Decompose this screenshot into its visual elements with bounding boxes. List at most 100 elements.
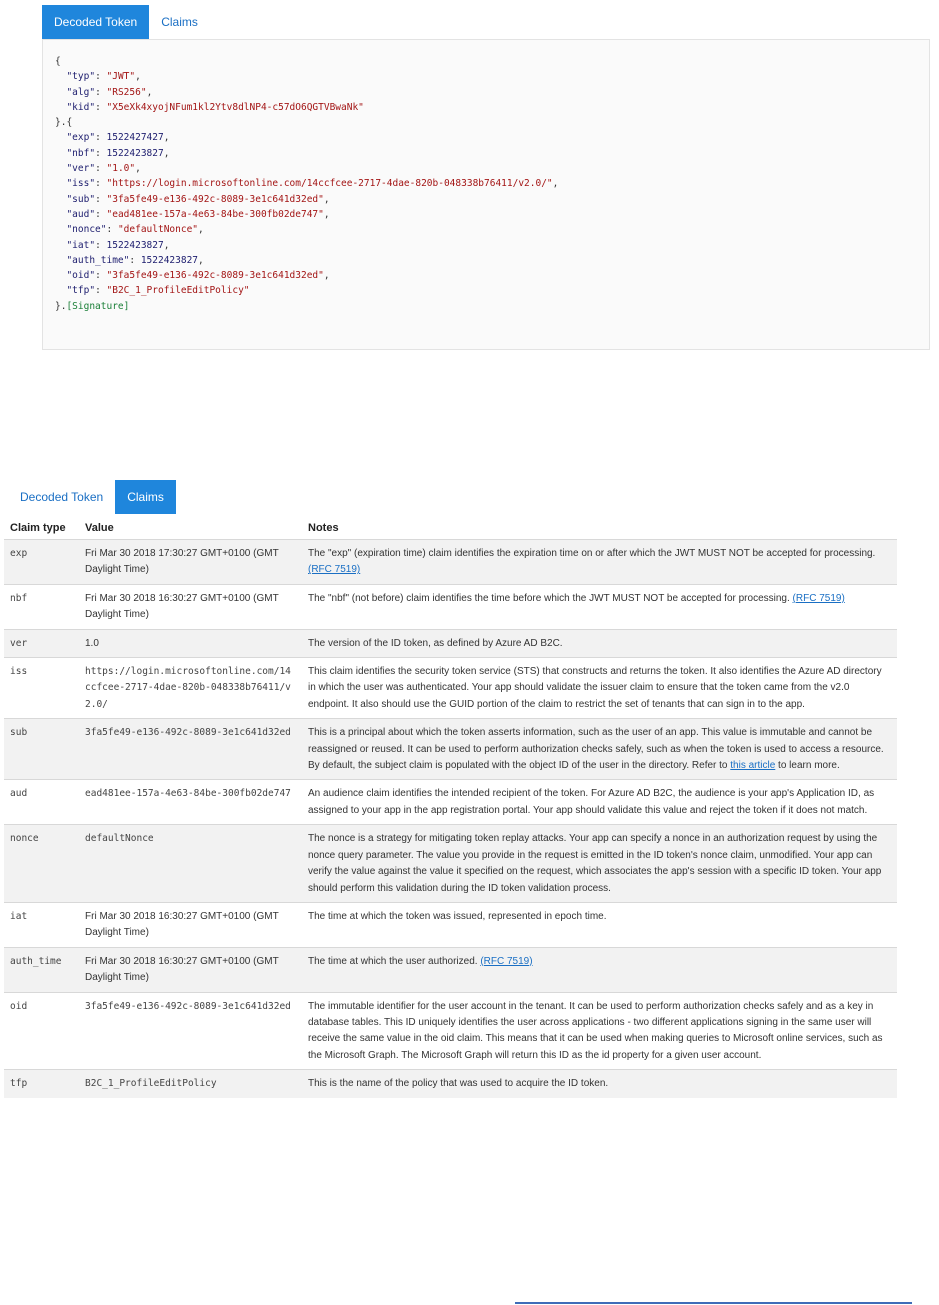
claim-type-cell: tfp: [4, 1069, 79, 1098]
table-row: oid 3fa5fe49-e136-492c-8089-3e1c641d32ed T…: [4, 991, 897, 1070]
table-row: iss https://login.microsoftonline.com/14c…: [4, 657, 897, 719]
notes-text: The version of the ID token, as defined …: [308, 637, 563, 649]
json-key: "exp": [66, 132, 96, 144]
claim-notes-cell: The "nbf" (not before) claim identifies …: [302, 583, 897, 630]
json-key: "sub": [66, 193, 96, 205]
column-header-value: Value: [85, 522, 114, 534]
notes-link[interactable]: (RFC 7519): [308, 564, 360, 575]
table-row: tfp B2C_1_ProfileEditPolicy This is the na…: [4, 1069, 897, 1098]
claim-notes-cell: The time at which the token was issued, …: [302, 901, 897, 948]
json-value: "3fa5fe49-e136-492c-8089-3e1c641d32ed": [106, 193, 324, 205]
tab-decoded-token[interactable]: Decoded Token: [42, 5, 150, 39]
notes-text: The "exp" (expiration time) claim identi…: [308, 548, 876, 559]
tab-decoded-token[interactable]: Decoded Token: [8, 480, 115, 514]
claim-value-cell: Fri Mar 30 2018 16:30:27 GMT+0100 (GMT D…: [79, 901, 302, 948]
json-key: "auth_time": [66, 254, 130, 266]
json-key: "nonce": [66, 224, 107, 236]
table-row: ver 1.0 The version of the ID token, as de…: [4, 628, 897, 658]
claim-notes-cell: The immutable identifier for the user ac…: [302, 991, 897, 1070]
json-value: "defaultNonce": [117, 224, 199, 236]
table-row: aud ead481ee-157a-4e63-84be-300fb02de747 A…: [4, 779, 897, 825]
json-value: "https://login.microsoftonline.com/14ccf…: [106, 178, 553, 190]
tab-claims[interactable]: Claims: [115, 480, 176, 514]
notes-text: The time at which the token was issued, …: [308, 910, 607, 922]
json-key: "ver": [66, 163, 96, 175]
claim-value-cell: 3fa5fe49-e136-492c-8089-3e1c641d32ed: [79, 718, 302, 780]
claim-type-cell: sub: [4, 718, 79, 780]
claim-notes-cell: The nonce is a strategy for mitigating t…: [302, 824, 897, 903]
claim-value-cell: defaultNonce: [79, 824, 302, 903]
claims-table: Claim type Value Notes exp Fri Mar 30 201…: [4, 517, 897, 1098]
notes-text-after: to learn more.: [775, 760, 840, 772]
json-value: 1522423827: [106, 239, 164, 251]
bottom-tab-bar: Decoded Token Claims: [8, 480, 176, 514]
claim-type-cell: nonce: [4, 824, 79, 903]
claim-notes-cell: The time at which the user authorized. (…: [302, 946, 897, 993]
json-value: "1.0": [106, 163, 136, 175]
table-row: iat Fri Mar 30 2018 16:30:27 GMT+0100 (GM…: [4, 901, 897, 948]
json-value: 1522423827: [106, 147, 164, 159]
claim-notes-cell: An audience claim identifies the intende…: [302, 779, 897, 825]
claim-value-cell: 3fa5fe49-e136-492c-8089-3e1c641d32ed: [79, 991, 302, 1070]
claim-type-cell: aud: [4, 779, 79, 825]
claim-value-cell: ead481ee-157a-4e63-84be-300fb02de747: [79, 779, 302, 825]
json-value: "JWT": [106, 71, 136, 83]
claim-notes-cell: This is a principal about which the toke…: [302, 718, 897, 780]
json-key: "tfp": [66, 285, 96, 297]
table-row: sub 3fa5fe49-e136-492c-8089-3e1c641d32ed T…: [4, 718, 897, 780]
json-value: 1522427427: [106, 132, 164, 144]
json-value: "3fa5fe49-e136-492c-8089-3e1c641d32ed": [106, 270, 324, 282]
notes-text: An audience claim identifies the intende…: [308, 788, 875, 816]
table-row: nonce defaultNonce The nonce is a strategy…: [4, 824, 897, 903]
claim-notes-cell: This is the name of the policy that was …: [302, 1069, 897, 1098]
notes-text: This claim identifies the security token…: [308, 666, 882, 710]
json-key: "alg": [66, 86, 96, 98]
divider-line: [515, 1302, 912, 1304]
claim-type-cell: ver: [4, 628, 79, 658]
claim-notes-cell: The "exp" (expiration time) claim identi…: [302, 539, 897, 585]
notes-link[interactable]: (RFC 7519): [793, 593, 845, 604]
claim-value-cell: Fri Mar 30 2018 17:30:27 GMT+0100 (GMT D…: [79, 539, 302, 585]
claim-value-cell: 1.0: [79, 628, 302, 658]
json-value: "ead481ee-157a-4e63-84be-300fb02de747": [106, 208, 324, 220]
table-row: nbf Fri Mar 30 2018 16:30:27 GMT+0100 (GM…: [4, 583, 897, 630]
json-signature: [Signature]: [66, 300, 130, 312]
json-value: "X5eXk4xyojNFum1kl2Ytv8dlNP4-c57dO6QGTVB…: [106, 101, 364, 113]
claims-table-container: Claim type Value Notes exp Fri Mar 30 201…: [4, 517, 897, 1098]
json-key: "iss": [66, 178, 96, 190]
notes-text: This is the name of the policy that was …: [308, 1078, 609, 1090]
decoded-token-panel: { "typ": "JWT", "alg": "RS256", "kid": "…: [42, 39, 930, 350]
claim-type-cell: iat: [4, 901, 79, 948]
notes-link[interactable]: (RFC 7519): [480, 956, 532, 967]
notes-text: The time at which the user authorized.: [308, 955, 481, 967]
notes-text: The immutable identifier for the user ac…: [308, 1000, 883, 1061]
notes-text: The nonce is a strategy for mitigating t…: [308, 833, 882, 894]
json-value: 1522423827: [140, 254, 199, 266]
claim-type-cell: oid: [4, 991, 79, 1070]
json-key: "aud": [66, 208, 96, 220]
top-tab-bar: Decoded Token Claims: [42, 5, 210, 39]
notes-text: The "nbf" (not before) claim identifies …: [308, 592, 793, 604]
json-key: "kid": [66, 101, 96, 113]
tab-claims[interactable]: Claims: [149, 5, 210, 39]
claim-type-cell: exp: [4, 539, 79, 585]
claim-value-cell: B2C_1_ProfileEditPolicy: [79, 1069, 302, 1098]
json-key: "typ": [66, 71, 96, 83]
notes-link[interactable]: this article: [730, 760, 775, 771]
claim-value-cell: Fri Mar 30 2018 16:30:27 GMT+0100 (GMT D…: [79, 946, 302, 993]
json-key: "oid": [66, 270, 96, 282]
json-key: "iat": [66, 239, 96, 251]
table-row: auth_time Fri Mar 30 2018 16:30:27 GMT+01…: [4, 946, 897, 993]
table-header-row: Claim type Value Notes: [4, 517, 897, 540]
claim-notes-cell: The version of the ID token, as defined …: [302, 628, 897, 658]
claim-type-cell: iss: [4, 657, 79, 719]
json-value: "RS256": [106, 86, 147, 98]
json-key: "nbf": [66, 147, 96, 159]
decoded-token-json: { "typ": "JWT", "alg": "RS256", "kid": "…: [55, 56, 559, 312]
column-header-notes: Notes: [308, 522, 339, 534]
claim-value-cell: https://login.microsoftonline.com/14ccfc…: [79, 657, 302, 719]
json-value: "B2C_1_ProfileEditPolicy": [106, 285, 250, 297]
claim-type-cell: auth_time: [4, 946, 79, 993]
table-row: exp Fri Mar 30 2018 17:30:27 GMT+0100 (GM…: [4, 539, 897, 585]
claim-notes-cell: This claim identifies the security token…: [302, 657, 897, 719]
